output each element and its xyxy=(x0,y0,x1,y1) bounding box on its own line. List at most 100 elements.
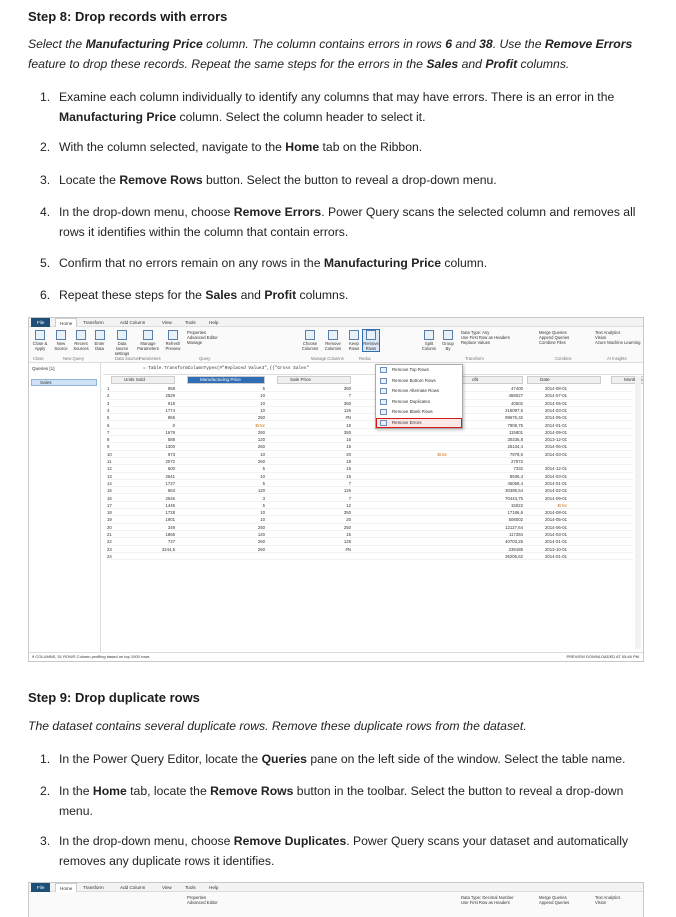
vision-button[interactable]: Vision xyxy=(595,900,643,905)
text: . Use the xyxy=(492,37,545,51)
tab-home[interactable]: Home xyxy=(55,883,78,892)
table-cell: 250 xyxy=(257,546,265,552)
column-header-manufacturing-price[interactable]: Manufacturing Price xyxy=(187,376,265,384)
tab-file[interactable]: File xyxy=(31,318,51,327)
refresh-preview-button[interactable]: Refresh Preview xyxy=(163,330,183,351)
table-cell: 15 xyxy=(346,466,351,472)
table-cell: 15 xyxy=(346,437,351,443)
text: pane on the left side of the window. Sel… xyxy=(306,752,626,766)
list-number: 1. xyxy=(40,752,51,766)
menu-item-remove-top-rows[interactable]: Remove Top Rows xyxy=(376,365,462,376)
table-cell: 2072 xyxy=(165,459,175,464)
ribbon-tabs: File Home Transform Add Column View Tool… xyxy=(29,318,643,327)
split-column-button[interactable]: Split Column xyxy=(421,330,437,351)
column-header-date[interactable]: Date xyxy=(527,376,601,384)
bold-text: Remove Errors xyxy=(544,37,633,51)
column-header-profit[interactable]: ofit xyxy=(459,376,523,384)
tab-view[interactable]: View xyxy=(162,885,172,890)
table-cell: 7 xyxy=(348,393,351,399)
group-by-button[interactable]: Group By xyxy=(441,330,455,351)
tab-help[interactable]: Help xyxy=(209,885,218,890)
list-item: 3. Locate the Remove Rows button. Select… xyxy=(40,170,640,190)
tab-tools[interactable]: Tools xyxy=(185,885,196,890)
table-cell: 9 xyxy=(107,444,110,450)
bold-text: Manufacturing Price xyxy=(59,110,177,124)
table-cell: 125 xyxy=(343,539,351,545)
table-cell: 14 xyxy=(107,480,112,486)
append-queries-button[interactable]: Append Queries xyxy=(539,900,589,905)
table-cell: 958 xyxy=(167,386,175,391)
list-number: 5. xyxy=(40,256,51,270)
table-cell: 10 xyxy=(107,451,112,457)
text: Locate the xyxy=(59,173,120,187)
column-header-units-sold[interactable]: Units Sold xyxy=(111,376,175,384)
table-cell: 260 xyxy=(257,444,265,450)
tab-transform[interactable]: Transform xyxy=(83,885,104,890)
vertical-scrollbar[interactable] xyxy=(635,376,641,649)
split-icon xyxy=(424,330,434,340)
table-cell: 215097,5 xyxy=(505,407,523,413)
remove-columns-button[interactable]: Remove Columns xyxy=(323,330,343,351)
tab-view[interactable]: View xyxy=(162,320,172,325)
text: Select the xyxy=(28,37,86,51)
table-row: 391810350405022014-05-015 xyxy=(107,400,633,407)
query-item-sales[interactable]: Sales xyxy=(31,379,97,386)
group-label: Query xyxy=(199,356,211,361)
table-cell: 15022 xyxy=(511,502,523,508)
bold-text: Sales xyxy=(205,288,238,302)
combine-files-button[interactable]: Combine Files xyxy=(539,340,589,345)
recent-sources-button[interactable]: Recent Sources xyxy=(72,330,90,351)
menu-item-remove-blank-rows[interactable]: Remove Blank Rows xyxy=(376,407,462,418)
table-cell: 70443,75 xyxy=(505,495,523,501)
table-cell: 2014-05-01 xyxy=(545,517,567,523)
tab-help[interactable]: Help xyxy=(209,320,218,325)
tab-file[interactable]: File xyxy=(31,883,51,892)
first-row-headers-button[interactable]: Use First Row as Headers xyxy=(461,900,533,905)
button-label: Data source settings xyxy=(114,341,130,356)
replace-values-button[interactable]: Replace Values xyxy=(461,340,531,345)
table-cell: 2546 xyxy=(165,495,175,501)
list-number: 2. xyxy=(40,784,51,798)
table-cell: 22 xyxy=(107,539,112,545)
menu-item-remove-bottom-rows[interactable]: Remove Bottom Rows xyxy=(376,376,462,387)
tab-tools[interactable]: Tools xyxy=(185,320,196,325)
table-row: 11207226015279725 xyxy=(107,458,633,466)
button-label: Keep Rows xyxy=(348,341,360,351)
menu-item-remove-duplicates[interactable]: Remove Duplicates xyxy=(376,397,462,408)
close-apply-button[interactable]: Close & Apply xyxy=(31,330,49,351)
manage-button[interactable]: Manage xyxy=(187,340,227,345)
menu-item-remove-errors[interactable]: Remove Errors xyxy=(376,417,462,428)
enter-data-button[interactable]: Enter Data xyxy=(92,330,107,351)
table-row: 1625463770443,752014-09-019 xyxy=(107,495,633,502)
azure-ml-button[interactable]: Azure Machine Learning xyxy=(595,340,643,345)
table-row: 1566312012530396,542014-02-0110 xyxy=(107,487,633,495)
combine-group: Merge Queries Append Queries Combine Fil… xyxy=(539,330,589,345)
advanced-editor-button[interactable]: Advanced Editor xyxy=(187,900,227,905)
table-cell: 10 xyxy=(260,400,265,406)
tab-add-column[interactable]: Add Column xyxy=(120,320,145,325)
data-source-settings-button[interactable]: Data source settings xyxy=(111,330,133,356)
keep-rows-button[interactable]: Keep Rows xyxy=(347,330,361,351)
tab-add-column[interactable]: Add Column xyxy=(120,885,145,890)
table-icon xyxy=(94,330,105,340)
tab-home[interactable]: Home xyxy=(55,318,78,327)
text: tab, locate the xyxy=(126,784,211,798)
table-cell: 260 xyxy=(257,429,265,435)
formula-bar[interactable]: = Table.TransformColumnTypes(#"Replaced … xyxy=(103,363,643,375)
table-cell: 10 xyxy=(260,473,265,479)
column-header-sale-price[interactable]: Sale Price xyxy=(277,376,351,384)
table-cell: 8 xyxy=(107,437,110,443)
remove-rows-button[interactable]: Remove Rows xyxy=(362,329,380,352)
choose-columns-button[interactable]: Choose Columns xyxy=(301,330,319,351)
group-label: New Query xyxy=(63,356,84,361)
table-row: 17144551215022Error9 xyxy=(107,502,633,510)
group-label: Reduc xyxy=(359,356,372,361)
tab-transform[interactable]: Transform xyxy=(83,320,104,325)
bold-text: Manufacturing Price xyxy=(85,37,203,51)
list-item: 3. In the drop-down menu, choose Remove … xyxy=(40,831,640,871)
menu-item-remove-alternate-rows[interactable]: Remove Alternate Rows xyxy=(376,386,462,397)
settings-icon xyxy=(117,330,127,340)
new-source-button[interactable]: New Source xyxy=(53,330,69,351)
bold-text: Profit xyxy=(264,288,297,302)
manage-parameters-button[interactable]: Manage Parameters xyxy=(137,330,159,351)
